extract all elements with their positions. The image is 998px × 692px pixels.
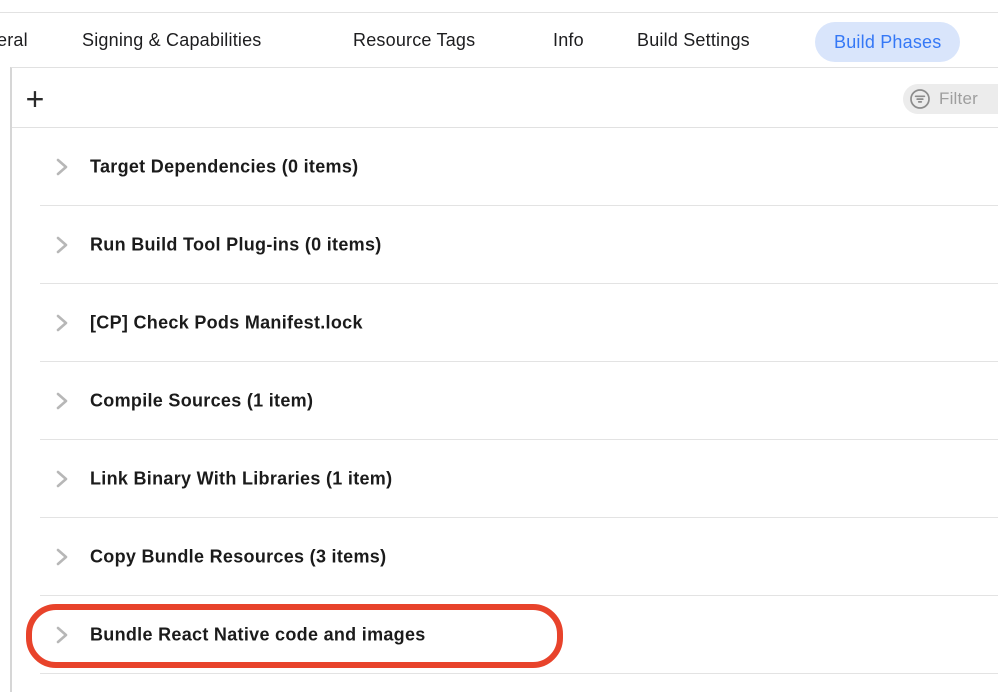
top-divider: [0, 0, 998, 13]
target-tab-bar: eral Signing & Capabilities Resource Tag…: [0, 13, 998, 67]
tab-resource-tags[interactable]: Resource Tags: [353, 13, 475, 67]
phase-row-cp-check-pods-manifest[interactable]: [CP] Check Pods Manifest.lock: [12, 284, 998, 362]
chevron-right-icon[interactable]: [56, 235, 70, 255]
tab-build-settings[interactable]: Build Settings: [637, 13, 750, 67]
phase-row-bundle-react-native[interactable]: Bundle React Native code and images: [12, 596, 998, 674]
tab-signing-capabilities[interactable]: Signing & Capabilities: [82, 13, 262, 67]
chevron-right-icon[interactable]: [56, 469, 70, 489]
chevron-right-icon[interactable]: [56, 313, 70, 333]
phase-title: Copy Bundle Resources (3 items): [90, 547, 386, 568]
phase-row-compile-sources[interactable]: Compile Sources (1 item): [12, 362, 998, 440]
tab-build-phases[interactable]: Build Phases: [815, 22, 960, 62]
phase-title: Bundle React Native code and images: [90, 625, 426, 646]
chevron-right-icon[interactable]: [56, 625, 70, 645]
phase-title: Target Dependencies (0 items): [90, 157, 358, 178]
phase-row-copy-bundle-resources[interactable]: Copy Bundle Resources (3 items): [12, 518, 998, 596]
add-build-phase-button[interactable]: +: [18, 82, 52, 116]
chevron-right-icon[interactable]: [56, 157, 70, 177]
phase-row-run-build-tool-plugins[interactable]: Run Build Tool Plug-ins (0 items): [12, 206, 998, 284]
phase-title: Compile Sources (1 item): [90, 391, 313, 412]
tab-info[interactable]: Info: [553, 13, 584, 67]
filter-circle-icon: [909, 88, 931, 110]
filter-field[interactable]: Filter: [903, 84, 998, 114]
build-phases-list: Target Dependencies (0 items) Run Build …: [12, 128, 998, 674]
phases-toolbar: + Filter: [12, 68, 998, 128]
phase-title: Run Build Tool Plug-ins (0 items): [90, 235, 382, 256]
row-separator: [40, 673, 998, 675]
build-phases-panel: + Filter Target Dependencies (0 items): [10, 67, 998, 692]
chevron-right-icon[interactable]: [56, 547, 70, 567]
phase-row-link-binary-with-libraries[interactable]: Link Binary With Libraries (1 item): [12, 440, 998, 518]
phase-row-target-dependencies[interactable]: Target Dependencies (0 items): [12, 128, 998, 206]
tab-general[interactable]: eral: [0, 13, 28, 67]
phase-title: [CP] Check Pods Manifest.lock: [90, 313, 363, 334]
filter-input-placeholder: Filter: [939, 89, 978, 109]
chevron-right-icon[interactable]: [56, 391, 70, 411]
phase-title: Link Binary With Libraries (1 item): [90, 469, 392, 490]
